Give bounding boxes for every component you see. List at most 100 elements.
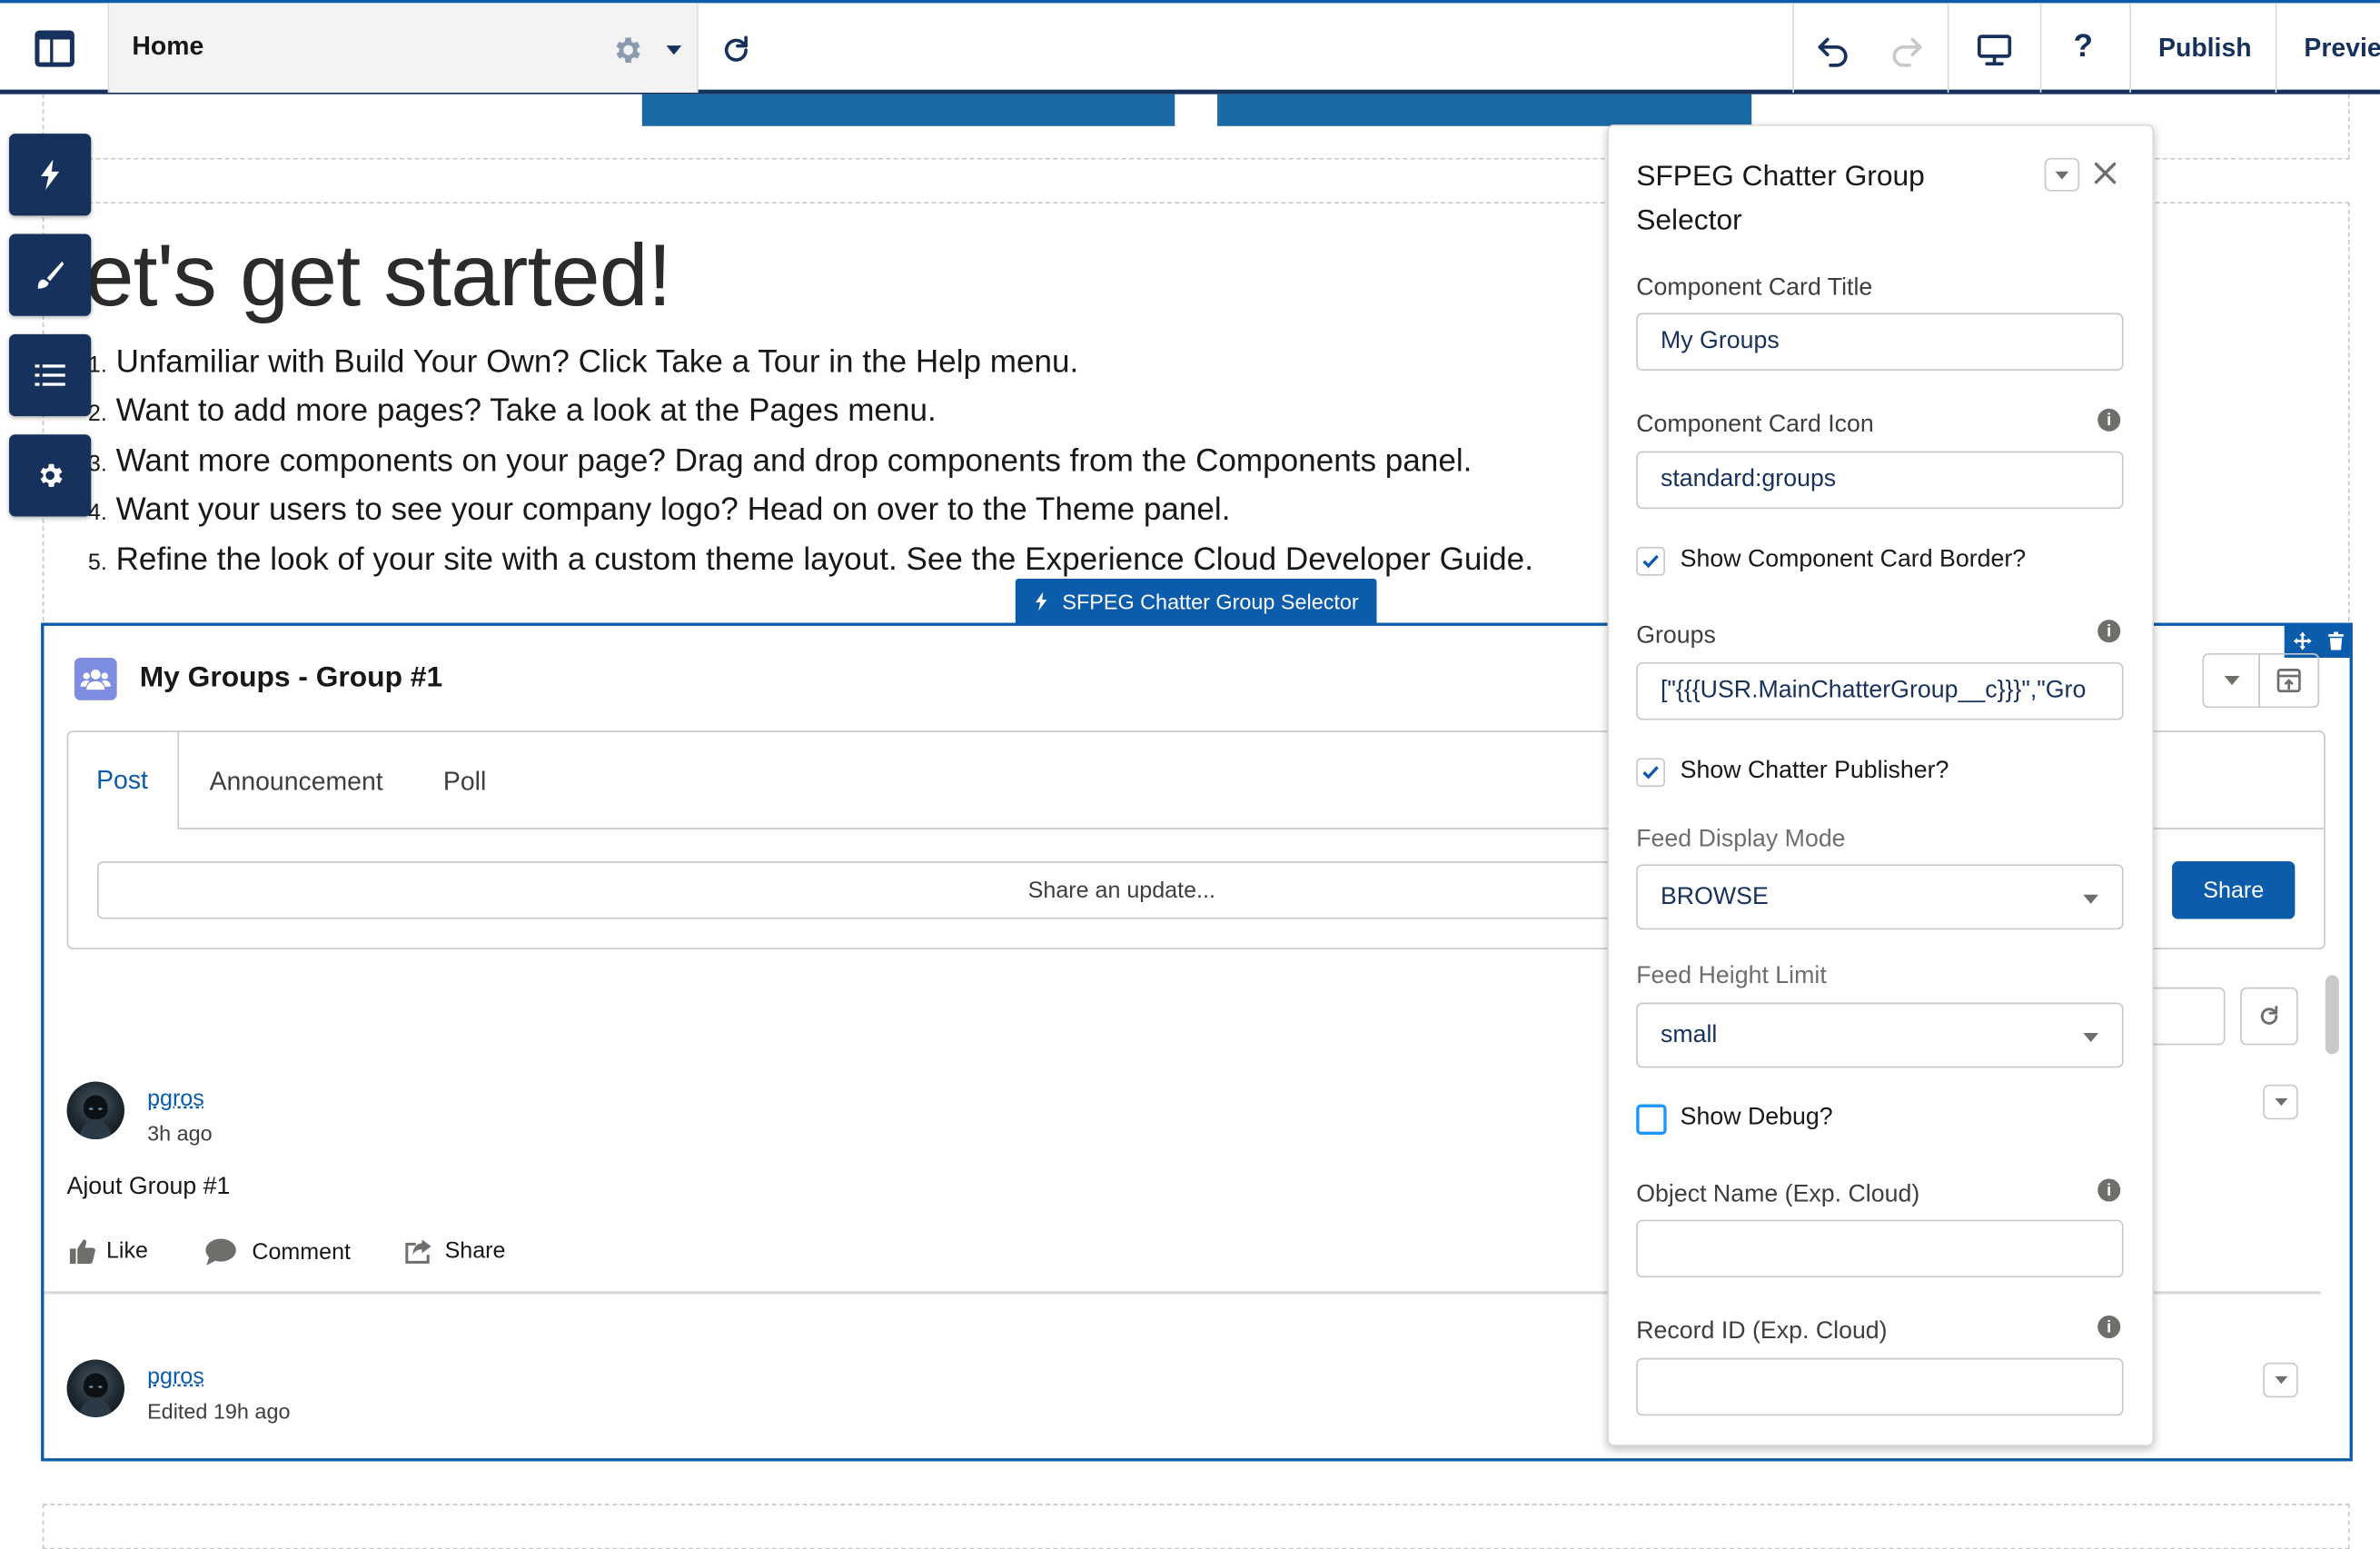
layout-menu-button[interactable]: [0, 3, 110, 93]
group-menu-button[interactable]: [2202, 652, 2260, 709]
list-item: 2. Want to add more pages? Take a look a…: [88, 393, 937, 430]
step-text: Refine the look of your site with a cust…: [115, 541, 1533, 578]
toolbar-divider: [1947, 3, 1949, 93]
chevron-down-icon: [2083, 1032, 2099, 1042]
comment-label: Comment: [252, 1238, 352, 1265]
info-icon[interactable]: i: [2097, 1315, 2121, 1339]
info-icon[interactable]: i: [2097, 620, 2121, 643]
open-group-button[interactable]: [2258, 652, 2320, 709]
chevron-down-icon[interactable]: [665, 44, 683, 55]
step-text: Unfamiliar with Build Your Own? Click Ta…: [115, 344, 1079, 380]
panel-collapse-button[interactable]: [2044, 157, 2080, 192]
height-limit-value: small: [1660, 1021, 1718, 1048]
brush-icon: [37, 261, 64, 289]
sidebar-item-settings[interactable]: [9, 434, 92, 517]
footer-region: [42, 1504, 2350, 1549]
close-icon[interactable]: [2093, 161, 2117, 185]
feed-refresh-button[interactable]: [2240, 987, 2298, 1046]
refresh-icon[interactable]: [719, 34, 753, 67]
lightning-icon: [41, 159, 60, 190]
sidebar-item-pages[interactable]: [9, 333, 92, 417]
avatar[interactable]: [66, 1081, 125, 1139]
toolbar-divider: [1792, 3, 1795, 93]
page-settings-gear-icon[interactable]: [610, 34, 644, 67]
comment-button[interactable]: Comment: [205, 1238, 351, 1266]
tab-announcement[interactable]: Announcement: [210, 767, 383, 797]
sidebar-item-theme[interactable]: [9, 233, 92, 316]
chevron-down-icon: [2274, 1375, 2287, 1385]
show-publisher-checkbox[interactable]: [1636, 758, 1665, 788]
help-button[interactable]: ?: [2073, 29, 2092, 65]
post-timestamp[interactable]: 3h ago: [147, 1121, 213, 1146]
list-item: 4. Want your users to see your company l…: [88, 492, 1231, 529]
refresh-icon: [2260, 1006, 2278, 1025]
redo-icon[interactable]: [1889, 32, 1925, 68]
share-post-button[interactable]: Share: [405, 1238, 505, 1264]
panel-title: SFPEG Chatter Group Selector: [1636, 161, 1925, 237]
info-icon[interactable]: i: [2097, 1178, 2121, 1202]
groups-input[interactable]: ["{{{USR.MainChatterGroup__c}}}","Gro: [1636, 661, 2124, 720]
builder-toolbar: Home ? Publish Previe: [0, 0, 2380, 94]
step-text: Want your users to see your company logo…: [115, 492, 1231, 528]
delete-icon[interactable]: [2327, 631, 2344, 650]
post-body: Ajout Group #1: [66, 1174, 231, 1200]
list-icon: [35, 364, 65, 386]
like-icon: [69, 1238, 95, 1264]
avatar[interactable]: [66, 1359, 125, 1417]
groups-label: Groups: [1636, 622, 1716, 649]
share-button[interactable]: Share: [2172, 861, 2296, 919]
share-label: Share: [444, 1237, 506, 1265]
card-icon-input[interactable]: standard:groups: [1636, 451, 2124, 510]
component-label-tab[interactable]: SFPEG Chatter Group Selector: [1015, 579, 1377, 623]
display-mode-select[interactable]: BROWSE: [1636, 864, 2124, 930]
page-selector[interactable]: Home: [109, 3, 699, 93]
show-border-checkbox[interactable]: [1636, 546, 1665, 576]
new-window-icon: [2276, 669, 2301, 693]
post-menu-button[interactable]: [2263, 1362, 2298, 1398]
post-menu-button[interactable]: [2263, 1084, 2298, 1120]
card-title-input[interactable]: My Groups: [1636, 313, 2124, 371]
step-text: Want more components on your page? Drag …: [115, 443, 1473, 479]
toolbar-divider: [2129, 3, 2131, 93]
post-timestamp[interactable]: Edited 19h ago: [147, 1399, 290, 1424]
card-title: My Groups - Group #1: [139, 661, 443, 695]
tab-poll[interactable]: Poll: [443, 767, 486, 797]
component-label-text: SFPEG Chatter Group Selector: [1062, 588, 1359, 613]
checkmark-icon: [1642, 766, 1659, 779]
chevron-down-icon: [2083, 894, 2099, 904]
post-author-link[interactable]: pgros: [147, 1086, 204, 1111]
banner-block: [641, 94, 1175, 126]
record-id-input[interactable]: [1636, 1357, 2124, 1416]
info-icon[interactable]: i: [2097, 408, 2121, 432]
like-button[interactable]: Like: [69, 1237, 148, 1265]
height-limit-select[interactable]: small: [1636, 1002, 2124, 1068]
tab-post[interactable]: Post: [67, 730, 180, 829]
desktop-icon[interactable]: [1977, 32, 2013, 68]
show-debug-label: Show Debug?: [1680, 1104, 1833, 1130]
gear-icon: [40, 463, 63, 487]
chevron-down-icon: [2223, 676, 2239, 686]
list-item: 5. Refine the look of your site with a c…: [88, 542, 1533, 579]
groups-icon: [74, 657, 117, 700]
share-icon: [405, 1239, 431, 1264]
show-border-label: Show Component Card Border?: [1680, 546, 2027, 573]
undo-icon[interactable]: [1815, 32, 1851, 68]
preview-button[interactable]: Previe: [2304, 34, 2380, 64]
list-item: 3. Want more components on your page? Dr…: [88, 443, 1472, 480]
like-label: Like: [105, 1237, 148, 1265]
banner-block: [1217, 94, 1752, 126]
feed-scrollbar[interactable]: [2325, 975, 2339, 1055]
rich-text-heading: et's get started!: [84, 226, 672, 325]
show-debug-checkbox[interactable]: [1636, 1104, 1667, 1135]
post-author-link[interactable]: pgros: [147, 1364, 204, 1389]
checkmark-icon: [1642, 554, 1659, 569]
lightning-icon: [1035, 591, 1047, 611]
sidebar-item-components[interactable]: [9, 134, 92, 216]
publish-button[interactable]: Publish: [2158, 34, 2252, 64]
toolbar-divider: [2275, 3, 2277, 93]
chevron-down-icon: [2274, 1097, 2287, 1107]
object-name-input[interactable]: [1636, 1219, 2124, 1278]
list-item: 1. Unfamiliar with Build Your Own? Click…: [88, 345, 1078, 382]
layout-icon: [34, 29, 74, 66]
move-icon[interactable]: [2292, 631, 2311, 650]
